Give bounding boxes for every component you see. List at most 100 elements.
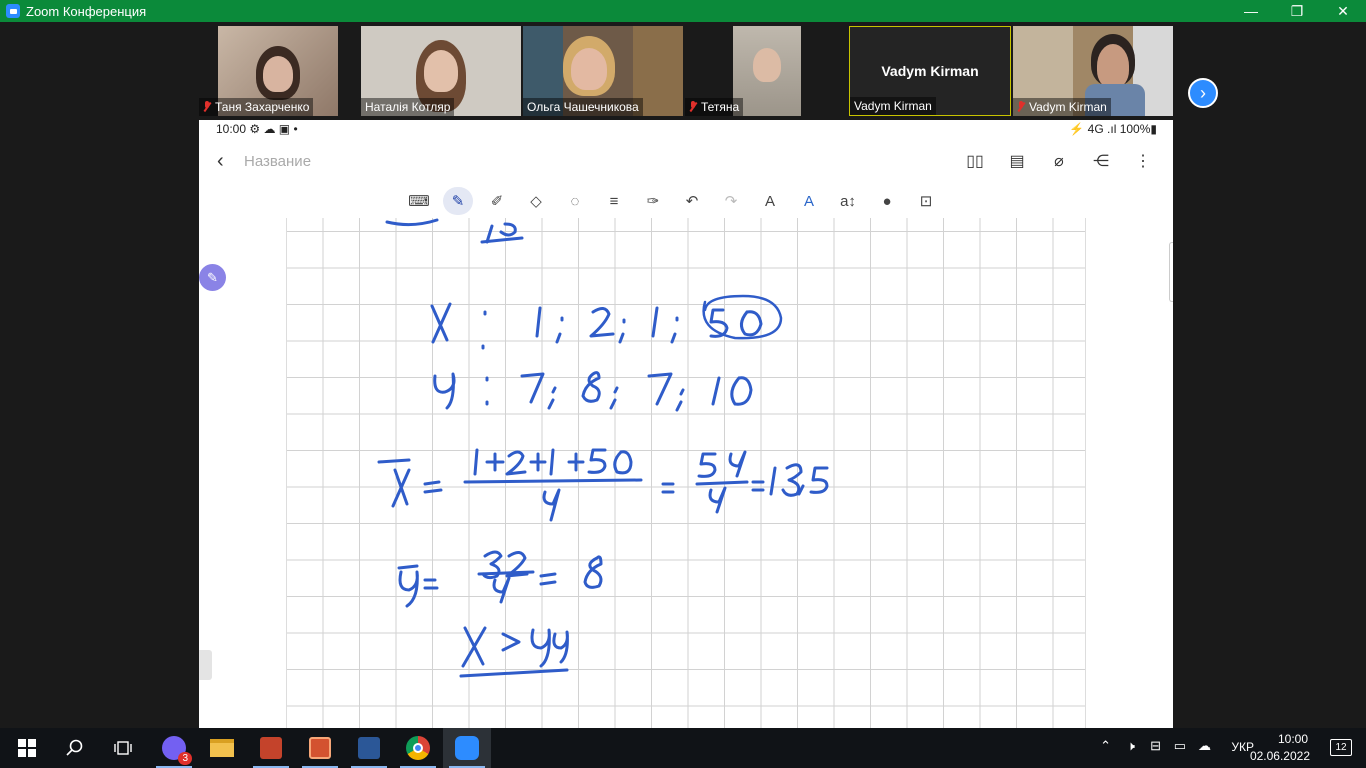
- ink-stroke: [609, 386, 619, 410]
- windows-start-icon[interactable]: [3, 728, 51, 768]
- read-mode-icon[interactable]: ⊡: [911, 187, 941, 215]
- ink-stroke: [809, 466, 829, 494]
- ink-stroke: [613, 450, 633, 475]
- ink-stroke: [751, 480, 765, 492]
- ink-stroke: [473, 448, 479, 476]
- participant-tile[interactable]: Vadym Kirman: [1013, 26, 1173, 116]
- eraser-icon[interactable]: ◇: [521, 187, 551, 215]
- chevron-right-icon[interactable]: ›: [1188, 78, 1218, 108]
- file-explorer-icon[interactable]: [198, 728, 246, 768]
- drawing-toolbar: ⌨ ✎ ✐ ◇ ◌ ≡ ✑ ↶ ↷ A A a↕ ● ⊡: [404, 186, 941, 216]
- zoom-app-icon: [6, 4, 20, 18]
- mic-muted-icon: [689, 101, 697, 112]
- page-icon[interactable]: ▤: [1007, 150, 1027, 172]
- mic-muted-icon: [203, 101, 211, 112]
- word-icon[interactable]: [345, 728, 393, 768]
- phone-status-left: 10:00 ⚙ ☁ ▣ •: [216, 122, 298, 136]
- phone-status-bar: 10:00 ⚙ ☁ ▣ • ⚡ 4G .ıl 100%▮: [199, 120, 1173, 138]
- participant-name: Vadym Kirman: [854, 99, 932, 113]
- ink-stroke: [647, 372, 673, 406]
- ink-stroke: [539, 572, 557, 586]
- zoom-title-bar: Zoom Конференция — ❐ ✕: [0, 0, 1366, 22]
- more-options-icon[interactable]: ⋮: [1133, 150, 1153, 172]
- zoom-taskbar-icon[interactable]: [443, 728, 491, 768]
- keyboard-icon[interactable]: ⌨: [404, 187, 434, 215]
- clock-time[interactable]: 10:00: [1278, 732, 1308, 746]
- paperclip-icon[interactable]: ⌀: [1049, 150, 1069, 172]
- pen-icon[interactable]: ✎: [443, 187, 473, 215]
- participant-tile[interactable]: Тетяна: [685, 26, 845, 116]
- floating-pen-button[interactable]: ✎: [199, 264, 226, 291]
- ink-stroke: [529, 452, 547, 472]
- book-view-icon[interactable]: ▯▯: [965, 150, 985, 172]
- pen-settings-icon[interactable]: ✑: [638, 187, 668, 215]
- participant-name: Vadym Kirman: [1029, 100, 1107, 114]
- clock-date[interactable]: 02.06.2022: [1250, 749, 1310, 763]
- ink-stroke: [730, 376, 753, 406]
- ink-stroke: [530, 628, 551, 668]
- chrome-icon[interactable]: [394, 728, 442, 768]
- viber-badge: 3: [178, 752, 192, 765]
- ink-stroke: [535, 306, 542, 338]
- mic-muted-icon: [1017, 101, 1025, 112]
- highlighter-icon[interactable]: ✐: [482, 187, 512, 215]
- lasso-icon[interactable]: ◌: [560, 187, 590, 215]
- back-arrow-icon[interactable]: ‹: [217, 150, 224, 173]
- ink-stroke: [485, 452, 505, 472]
- viber-icon[interactable]: 3: [150, 728, 198, 768]
- onedrive-icon[interactable]: ☁: [1198, 738, 1211, 754]
- powerpoint-icon[interactable]: [247, 728, 295, 768]
- ink-stroke: [697, 452, 717, 478]
- participant-strip: Таня Захарченко Наталія Котляр Ольга Чаш…: [0, 22, 1366, 120]
- ink-stroke: [477, 570, 535, 576]
- share-icon[interactable]: ⋲: [1091, 150, 1111, 172]
- participant-name: Наталія Котляр: [365, 100, 451, 114]
- participant-tile-active-speaker[interactable]: Vadym Kirman Vadym Kirman: [849, 26, 1011, 116]
- participant-tile[interactable]: Ольга Чашечникова: [523, 26, 683, 116]
- ink-stroke: [377, 458, 411, 464]
- ink-stroke: [391, 468, 411, 508]
- side-panel-handle[interactable]: [199, 650, 212, 680]
- ink-stroke: [695, 480, 749, 486]
- participant-tile[interactable]: Таня Захарченко: [199, 26, 359, 116]
- undo-icon[interactable]: ↶: [677, 187, 707, 215]
- powerpoint-viewer-icon[interactable]: [296, 728, 344, 768]
- ink-stroke: [547, 386, 557, 410]
- notifications-icon[interactable]: 12: [1330, 739, 1352, 756]
- task-view-icon[interactable]: [99, 728, 147, 768]
- volume-icon[interactable]: 🕨: [1127, 738, 1135, 754]
- text-align-icon[interactable]: ≡: [599, 187, 629, 215]
- ink-stroke: [728, 450, 747, 478]
- ink-stroke: [711, 376, 721, 406]
- ink-stroke: [459, 668, 569, 678]
- font-color-icon[interactable]: A: [794, 187, 824, 215]
- network-icon[interactable]: ⊟: [1150, 738, 1161, 754]
- text-style-icon[interactable]: A: [755, 187, 785, 215]
- ink-stroke: [492, 576, 511, 604]
- restore-button[interactable]: ❐: [1274, 0, 1320, 22]
- ink-stroke: [423, 578, 439, 590]
- participant-avatar-name: Vadym Kirman: [881, 63, 979, 79]
- participant-tile[interactable]: Наталія Котляр: [361, 26, 521, 116]
- ink-stroke: [651, 306, 659, 338]
- tray-overflow-icon[interactable]: ⌃: [1100, 738, 1111, 754]
- redo-icon[interactable]: ↷: [716, 187, 746, 215]
- ink-stroke: [505, 450, 527, 476]
- ink-stroke: [501, 632, 521, 652]
- battery-icon[interactable]: ▭: [1174, 738, 1186, 754]
- participant-name: Ольга Чашечникова: [527, 100, 639, 114]
- note-title-placeholder[interactable]: Название: [244, 153, 311, 170]
- search-icon[interactable]: [51, 728, 99, 768]
- edge-panel-handle[interactable]: [1169, 242, 1173, 302]
- ink-stroke: [430, 302, 452, 344]
- ink-stroke: [397, 564, 419, 570]
- participant-name: Таня Захарченко: [215, 100, 310, 114]
- note-canvas[interactable]: [286, 218, 1086, 728]
- notes-app-bar: ‹ Название ▯▯ ▤ ⌀ ⋲ ⋮: [199, 142, 1173, 182]
- text-spacing-icon[interactable]: a↕: [833, 187, 863, 215]
- ink-stroke: [670, 316, 679, 344]
- ink-stroke: [385, 218, 439, 227]
- minimize-button[interactable]: —: [1228, 0, 1274, 22]
- shapes-icon[interactable]: ●: [872, 187, 902, 215]
- close-button[interactable]: ✕: [1320, 0, 1366, 22]
